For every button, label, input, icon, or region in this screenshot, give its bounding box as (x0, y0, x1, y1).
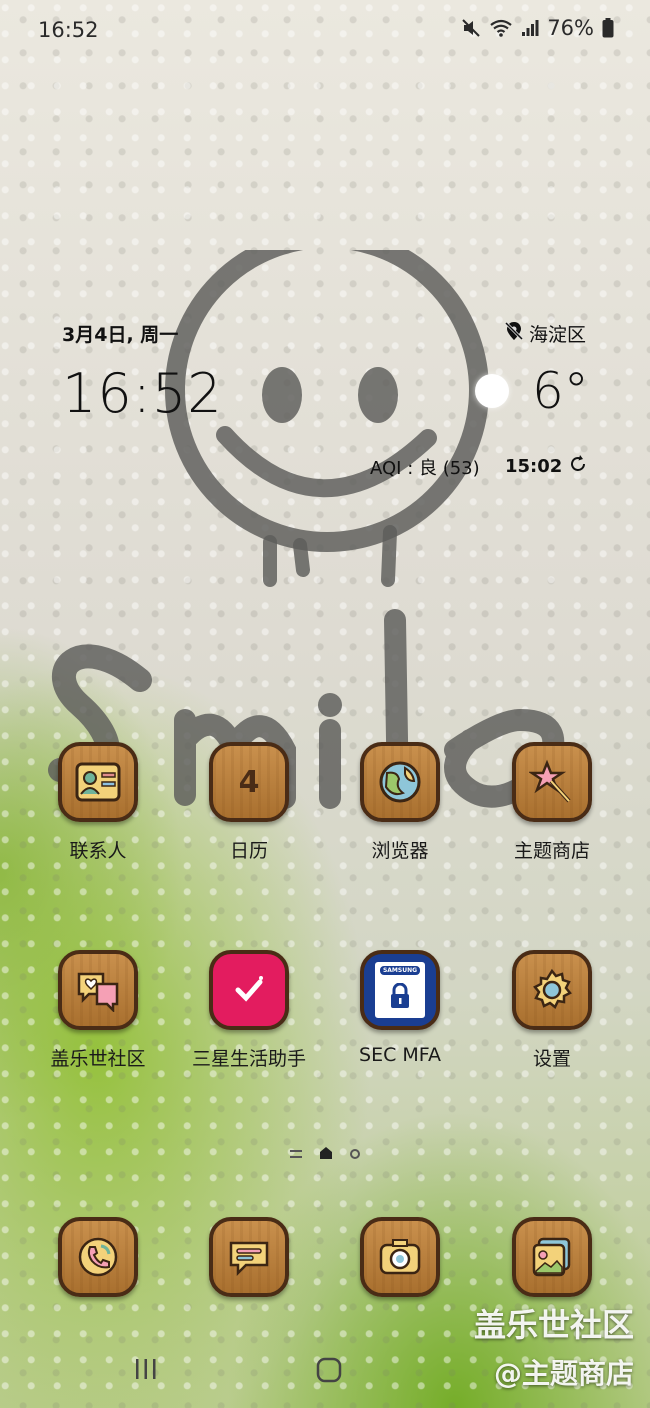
wallpaper (0, 0, 650, 1408)
widget-location: 海淀区 (504, 320, 586, 347)
watermark-community: 盖乐世社区 (473, 1306, 634, 1344)
location-label: 海淀区 (528, 324, 586, 346)
app-life-assistant[interactable]: 三星生活助手 (174, 950, 324, 1071)
app-community[interactable]: 盖乐世社区 (23, 950, 173, 1071)
theme-store-icon (512, 742, 592, 822)
home-button[interactable] (316, 1357, 342, 1387)
dock-camera[interactable] (325, 1217, 475, 1297)
battery-percent: 76% (547, 16, 594, 40)
app-browser[interactable]: 浏览器 (325, 742, 475, 863)
page-indicator[interactable] (0, 1144, 650, 1163)
refresh-icon[interactable] (568, 454, 588, 479)
app-theme-store[interactable]: 主题商店 (477, 742, 627, 863)
gallery-icon (512, 1217, 592, 1297)
watermark-theme-store: @主题商店 (493, 1357, 634, 1390)
phone-icon (58, 1217, 138, 1297)
mute-icon (461, 18, 481, 38)
page-indicator-dot[interactable] (350, 1148, 360, 1159)
app-calendar[interactable]: 4 日历 (174, 742, 324, 863)
wifi-icon (489, 18, 513, 38)
life-assistant-icon (209, 950, 289, 1030)
dock-gallery[interactable] (477, 1217, 627, 1297)
app-label: 盖乐世社区 (50, 1048, 146, 1070)
browser-icon (360, 742, 440, 822)
app-label: 主题商店 (513, 840, 590, 862)
status-bar: 16:52 76% (0, 0, 650, 60)
dock-phone[interactable] (23, 1217, 173, 1297)
battery-icon (602, 18, 614, 38)
settings-icon (512, 950, 592, 1030)
camera-icon (360, 1217, 440, 1297)
app-label: SEC MFA (359, 1044, 441, 1066)
sunny-icon (475, 374, 509, 408)
app-label: 浏览器 (371, 840, 429, 862)
calendar-icon: 4 (209, 742, 289, 822)
app-contacts[interactable]: 联系人 (23, 742, 173, 863)
dock-messages[interactable] (174, 1217, 324, 1297)
status-time: 16:52 (38, 18, 99, 42)
widget-clock: 16:52 (62, 362, 223, 425)
page-indicator-list-icon[interactable] (290, 1149, 302, 1158)
page-indicator-home-icon[interactable] (320, 1144, 332, 1163)
app-label: 设置 (532, 1048, 571, 1070)
signal-icon (521, 19, 539, 37)
calendar-day: 4 (238, 764, 260, 800)
app-label: 联系人 (69, 840, 127, 862)
lock-icon (389, 982, 411, 1013)
app-label: 三星生活助手 (191, 1048, 306, 1070)
community-icon (58, 950, 138, 1030)
widget-date: 3月4日, 周一 (62, 324, 179, 346)
widget-update-time[interactable]: 15:02 (505, 454, 588, 479)
widget-temperature: 6° (532, 362, 589, 420)
location-off-icon (504, 321, 524, 346)
update-time-label: 15:02 (505, 456, 563, 477)
app-sec-mfa[interactable]: SAMSUNG SEC MFA (325, 950, 475, 1066)
widget-aqi: AQI : 良 (53) (370, 458, 480, 479)
app-settings[interactable]: 设置 (477, 950, 627, 1071)
samsung-logo-text: SAMSUNG (379, 966, 421, 975)
messages-icon (209, 1217, 289, 1297)
sec-mfa-icon: SAMSUNG (360, 950, 440, 1030)
recent-apps-button[interactable] (133, 1357, 159, 1385)
contacts-icon (58, 742, 138, 822)
app-label: 日历 (229, 840, 268, 862)
